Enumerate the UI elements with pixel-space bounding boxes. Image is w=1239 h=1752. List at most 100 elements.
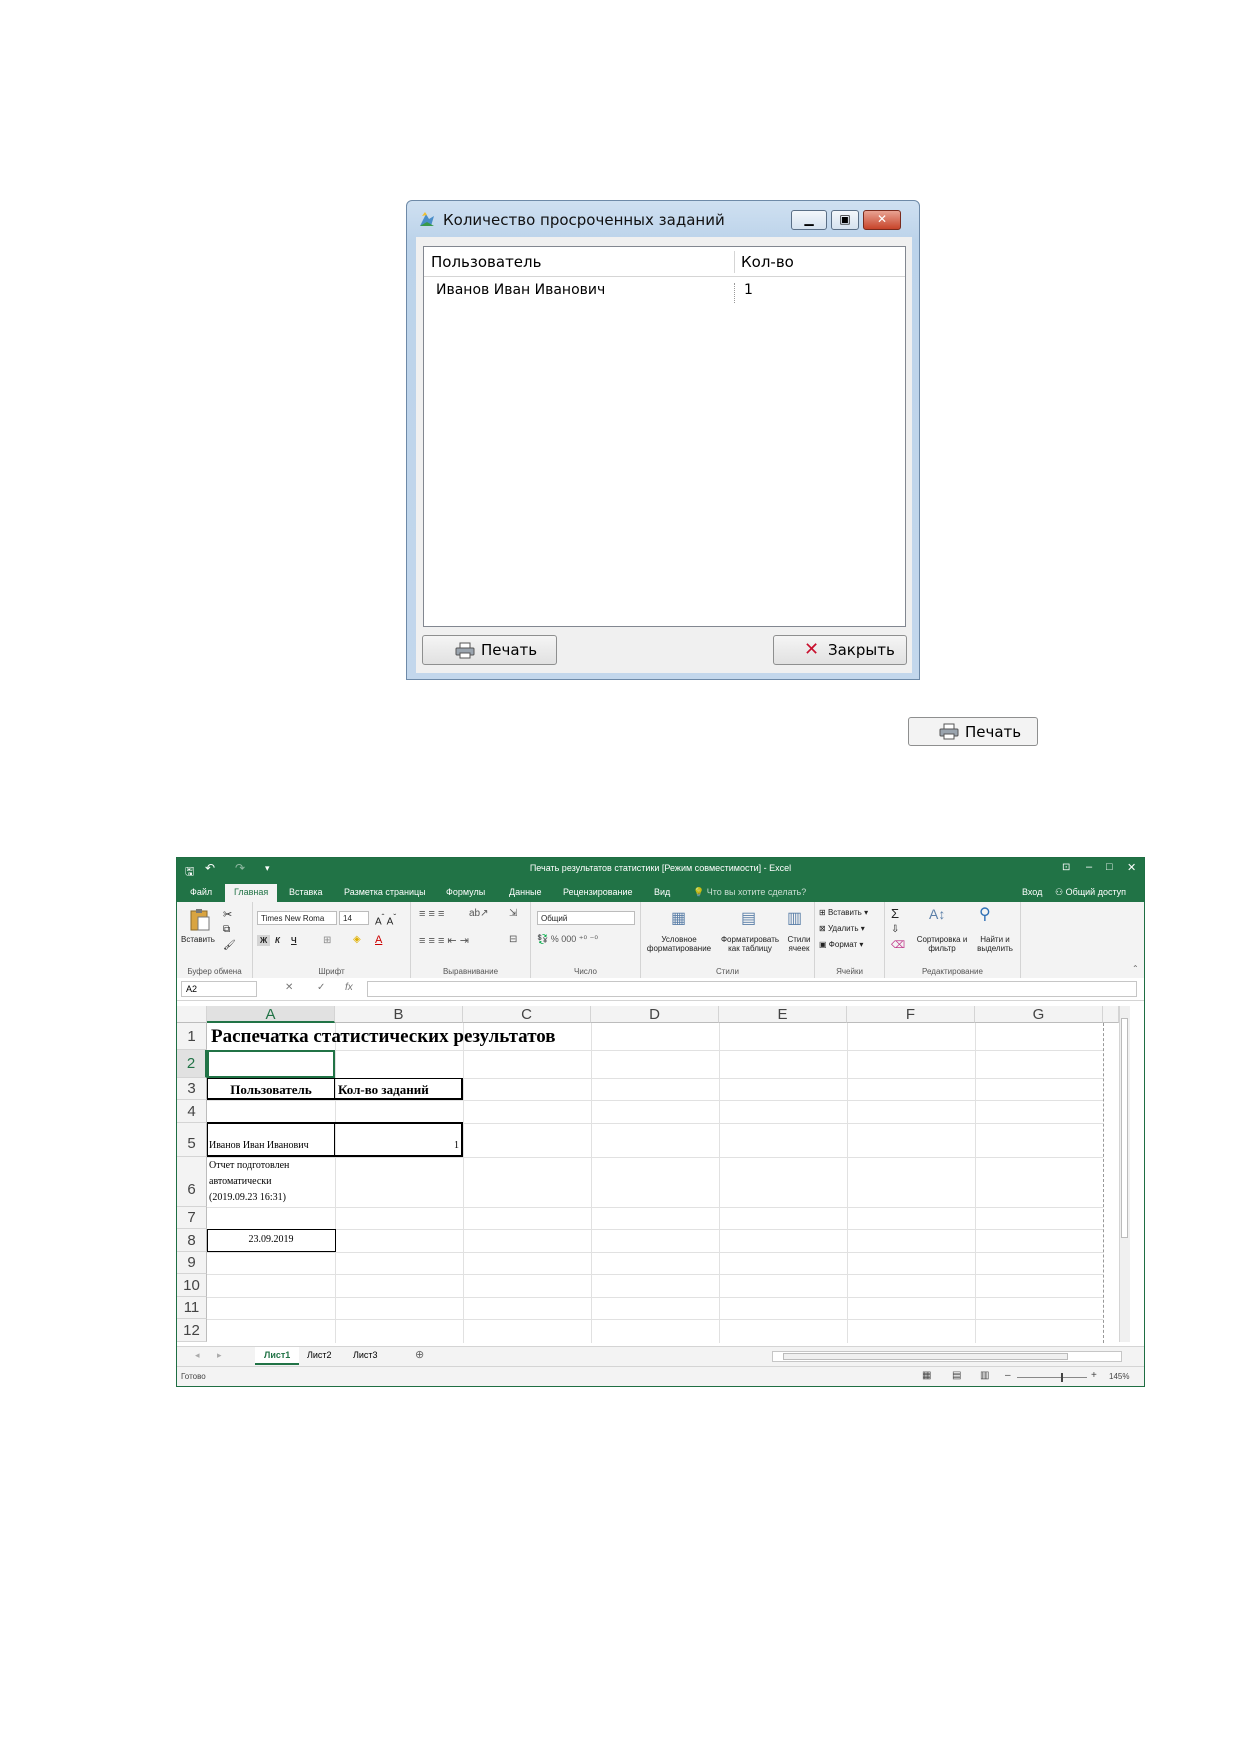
- row-header-1[interactable]: 1: [177, 1023, 207, 1050]
- column-header-count[interactable]: Кол-во: [741, 253, 794, 271]
- worksheet-grid[interactable]: A B C D E F G 1 2 3 4 5 6 7 8 9 10 11 12: [177, 1006, 1130, 1346]
- tab-formulas[interactable]: Формулы: [446, 887, 485, 897]
- conditional-formatting-button[interactable]: Условное форматирование: [645, 935, 713, 953]
- underline-button[interactable]: Ч: [291, 936, 297, 945]
- vertical-align-icons[interactable]: ≡ ≡ ≡: [419, 908, 444, 920]
- horizontal-align-icons[interactable]: ≡ ≡ ≡ ⇤ ⇥: [419, 934, 469, 947]
- cell-a5[interactable]: Иванов Иван Иванович: [209, 1140, 309, 1151]
- cell-b5[interactable]: 1: [337, 1140, 459, 1151]
- formula-input[interactable]: [367, 981, 1137, 997]
- italic-button[interactable]: К: [275, 936, 280, 945]
- zoom-slider[interactable]: [1017, 1373, 1087, 1382]
- row-header-2[interactable]: 2: [177, 1050, 207, 1078]
- row-header-5[interactable]: 5: [177, 1123, 207, 1157]
- close-button[interactable]: ✕ Закрыть: [773, 635, 907, 665]
- row-header-12[interactable]: 12: [177, 1319, 207, 1342]
- tab-review[interactable]: Рецензирование: [563, 887, 633, 897]
- cell-a3[interactable]: Пользователь: [207, 1082, 335, 1098]
- new-sheet-icon[interactable]: ⊕: [415, 1348, 424, 1361]
- format-cells-button[interactable]: ▣ Формат ▾: [819, 940, 863, 949]
- format-as-table-button[interactable]: Форматировать как таблицу: [717, 935, 783, 953]
- merge-icon[interactable]: ⊟: [509, 934, 517, 945]
- conditional-formatting-icon[interactable]: ▦: [671, 908, 686, 928]
- results-list[interactable]: Пользователь Кол-во Иванов Иван Иванович…: [423, 246, 906, 627]
- prev-sheet-icon[interactable]: ◂: [195, 1350, 200, 1361]
- column-header-f[interactable]: F: [847, 1006, 975, 1023]
- select-all-corner[interactable]: [177, 1006, 207, 1023]
- autosum-icon[interactable]: Σ: [891, 906, 899, 921]
- wrap-text-icon[interactable]: ⇲: [509, 908, 517, 919]
- minimize-icon[interactable]: –: [1086, 861, 1092, 873]
- row-header-3[interactable]: 3: [177, 1078, 207, 1100]
- column-header-b[interactable]: B: [335, 1006, 463, 1023]
- horizontal-scrollbar[interactable]: [772, 1351, 1122, 1362]
- page-break-view-icon[interactable]: ▥: [980, 1370, 989, 1381]
- delete-cells-button[interactable]: ⊠ Удалить ▾: [819, 924, 865, 933]
- name-box[interactable]: A2: [181, 981, 257, 997]
- zoom-slider-thumb[interactable]: [1061, 1373, 1063, 1382]
- insert-function-icon[interactable]: fx: [345, 982, 353, 993]
- share-button[interactable]: ⚇ Общий доступ: [1055, 887, 1126, 898]
- zoom-in-icon[interactable]: +: [1091, 1370, 1097, 1381]
- cell-a6-line1[interactable]: Отчет подготовлен: [209, 1160, 289, 1171]
- find-select-icon[interactable]: ⚲: [979, 904, 991, 924]
- zoom-out-icon[interactable]: –: [1005, 1370, 1011, 1381]
- tab-home[interactable]: Главная: [225, 884, 278, 902]
- cell-styles-icon[interactable]: ▥: [787, 908, 802, 928]
- maximize-button[interactable]: ▣: [831, 210, 859, 230]
- column-header-c[interactable]: C: [463, 1006, 591, 1023]
- vertical-scroll-thumb[interactable]: [1121, 1018, 1128, 1238]
- tab-insert[interactable]: Вставка: [289, 887, 322, 897]
- sheet-tab-3[interactable]: Лист3: [353, 1350, 378, 1360]
- sheet-tab-2[interactable]: Лист2: [307, 1350, 332, 1360]
- row-header-10[interactable]: 10: [177, 1274, 207, 1297]
- list-item[interactable]: Иванов Иван Иванович 1: [424, 281, 905, 303]
- cell-a6-line3[interactable]: (2019.09.23 16:31): [209, 1192, 286, 1203]
- active-cell-a2[interactable]: [207, 1050, 335, 1078]
- row-header-9[interactable]: 9: [177, 1252, 207, 1274]
- paste-label[interactable]: Вставить: [181, 935, 215, 944]
- column-header-g[interactable]: G: [975, 1006, 1103, 1023]
- cell-a8[interactable]: 23.09.2019: [207, 1234, 335, 1245]
- maximize-icon[interactable]: □: [1106, 861, 1113, 873]
- row-header-4[interactable]: 4: [177, 1100, 207, 1123]
- cell-a6-line2[interactable]: автоматически: [209, 1176, 272, 1187]
- find-select-button[interactable]: Найти и выделить: [971, 935, 1019, 953]
- print-button[interactable]: Печать: [422, 635, 557, 665]
- next-sheet-icon[interactable]: ▸: [217, 1350, 222, 1361]
- column-header-h[interactable]: [1103, 1006, 1119, 1023]
- close-window-button[interactable]: ✕: [863, 210, 901, 230]
- row-header-6[interactable]: 6: [177, 1157, 207, 1207]
- cell-b3[interactable]: Кол-во заданий: [338, 1082, 429, 1098]
- column-header-user[interactable]: Пользователь: [431, 253, 541, 271]
- borders-icon[interactable]: ⊞: [323, 935, 331, 946]
- collapse-ribbon-icon[interactable]: ⌃: [1132, 964, 1139, 973]
- sort-filter-icon[interactable]: A↕: [929, 906, 945, 922]
- horizontal-scroll-thumb[interactable]: [783, 1353, 1068, 1360]
- tab-file[interactable]: Файл: [190, 887, 212, 897]
- cell-a1[interactable]: Распечатка статистических результатов: [211, 1026, 556, 1048]
- sheet-tab-1[interactable]: Лист1: [255, 1347, 300, 1365]
- tab-data[interactable]: Данные: [509, 887, 542, 897]
- number-format-icons[interactable]: 💱 % 000 ⁺⁰ ⁻⁰: [537, 934, 598, 945]
- orientation-icon[interactable]: ab↗: [469, 908, 489, 919]
- row-header-8[interactable]: 8: [177, 1229, 207, 1252]
- font-size-select[interactable]: 14: [339, 911, 369, 925]
- cell-styles-button[interactable]: Стили ячеек: [785, 935, 813, 953]
- font-name-select[interactable]: Times New Roma: [257, 911, 337, 925]
- format-as-table-icon[interactable]: ▤: [741, 908, 756, 928]
- bold-button[interactable]: Ж: [257, 935, 271, 946]
- insert-cells-button[interactable]: ⊞ Вставить ▾: [819, 908, 868, 917]
- tell-me-search[interactable]: 💡 Что вы хотите сделать?: [693, 887, 806, 898]
- page-layout-view-icon[interactable]: ▤: [952, 1370, 961, 1381]
- sort-filter-button[interactable]: Сортировка и фильтр: [915, 935, 969, 953]
- cut-icon[interactable]: ✂: [223, 908, 232, 921]
- ribbon-display-icon[interactable]: ⊡: [1062, 862, 1070, 873]
- paste-icon[interactable]: [189, 908, 211, 932]
- tab-view[interactable]: Вид: [654, 887, 670, 897]
- row-header-11[interactable]: 11: [177, 1297, 207, 1319]
- signin-link[interactable]: Вход: [1022, 887, 1042, 897]
- font-color-icon[interactable]: A: [375, 934, 382, 946]
- row-header-7[interactable]: 7: [177, 1207, 207, 1229]
- zoom-level[interactable]: 145%: [1109, 1372, 1129, 1381]
